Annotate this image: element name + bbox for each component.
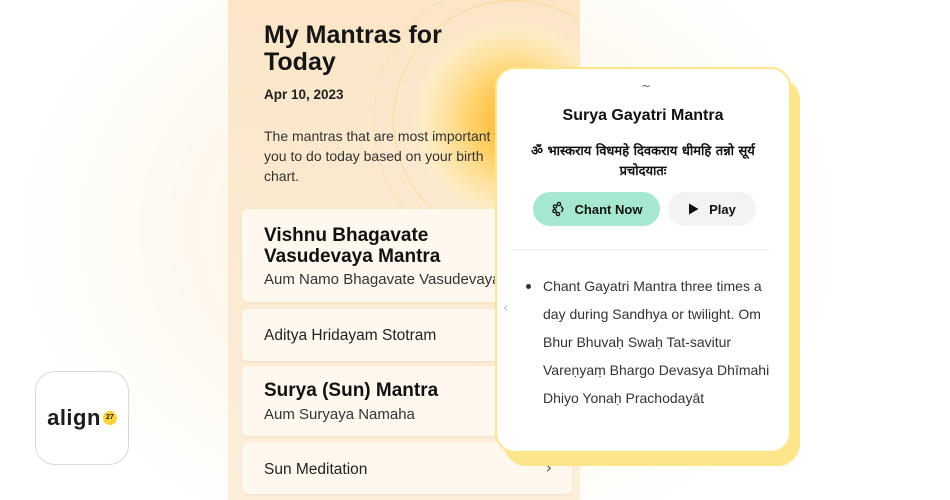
popup-handle[interactable]: ~ bbox=[641, 79, 651, 93]
popup-divider bbox=[511, 249, 769, 250]
page-date: Apr 10, 2023 bbox=[264, 87, 344, 102]
page-title: My Mantras for Today bbox=[264, 21, 442, 76]
play-icon bbox=[689, 203, 699, 215]
chevron-left-icon[interactable]: ‹ bbox=[503, 300, 509, 316]
mantra-name: Surya (Sun) Mantra bbox=[264, 380, 439, 401]
mantra-name: Aditya Hridayam Stotram bbox=[264, 327, 437, 344]
mantra-detail-popup: ~ Surya Gayatri Mantra ॐ भास्कराय विधमहे… bbox=[495, 67, 791, 453]
mantra-name: Sun Meditation bbox=[264, 461, 368, 478]
mantra-subtitle: Aum Namo Bhagavate Vasudevaya bbox=[264, 271, 501, 288]
mantra-sanskrit-text: ॐ भास्कराय विधमहे दिवकराय धीमहि तन्नो सू… bbox=[531, 144, 755, 179]
play-label: Play bbox=[709, 201, 736, 217]
page-description: The mantras that are most important for … bbox=[264, 128, 511, 184]
popup-title: Surya Gayatri Mantra bbox=[562, 107, 724, 124]
align27-logo: align 27 bbox=[35, 371, 129, 465]
beads-icon bbox=[551, 201, 564, 217]
bullet-dot bbox=[526, 284, 531, 289]
play-button[interactable]: Play bbox=[668, 192, 756, 226]
chant-now-label: Chant Now bbox=[574, 201, 643, 217]
chant-now-button[interactable]: Chant Now bbox=[533, 192, 660, 226]
mantra-subtitle: Aum Suryaya Namaha bbox=[264, 406, 415, 423]
logo-wordmark: align bbox=[47, 405, 101, 430]
mantra-name: Vishnu Bhagavate Vasudevaya Mantra bbox=[264, 225, 441, 267]
chant-instruction: Chant Gayatri Mantra three times a day d… bbox=[543, 278, 770, 406]
logo-badge: 27 bbox=[102, 411, 117, 425]
